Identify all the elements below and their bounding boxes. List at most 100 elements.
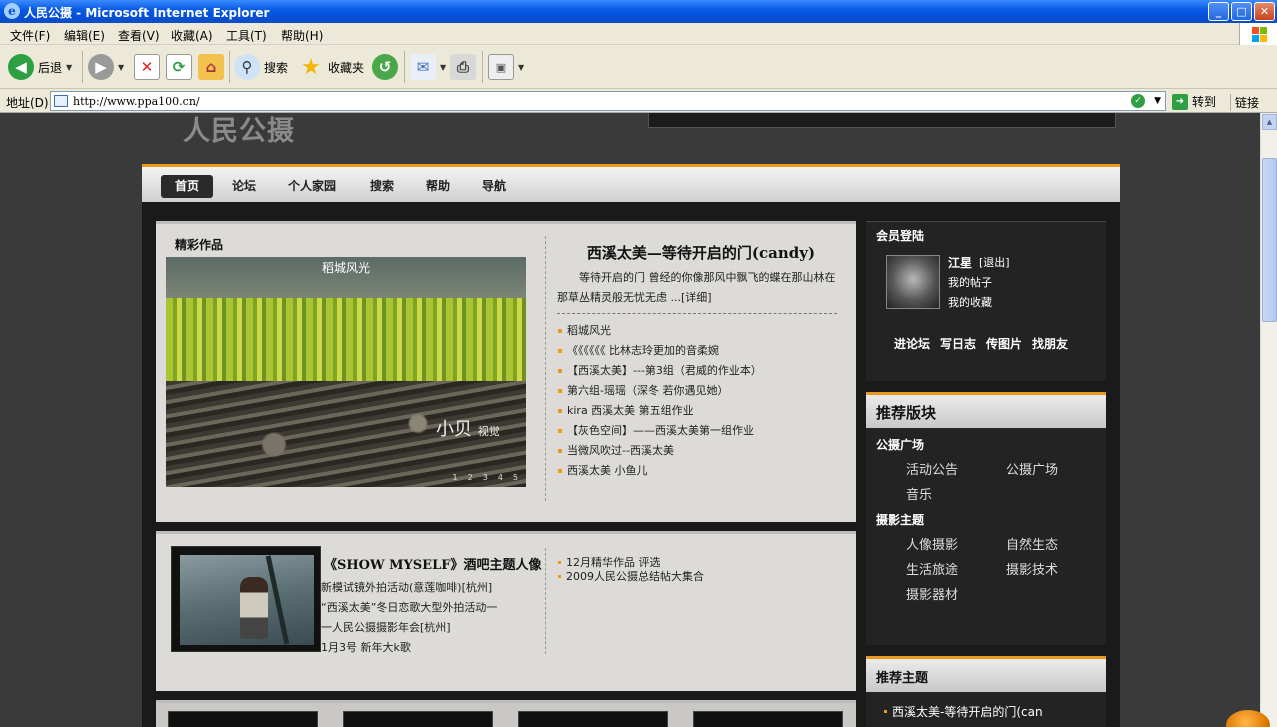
site-logo[interactable]: 人民公摄 <box>183 113 295 148</box>
board-link[interactable]: 活动公告 <box>906 459 958 478</box>
vertical-scrollbar[interactable]: ▲ <box>1260 113 1277 727</box>
go-button[interactable]: ➜ 转到 <box>1172 93 1216 110</box>
scroll-thumb[interactable] <box>1262 158 1277 322</box>
list-item[interactable]: 12月精华作品 评选 <box>558 556 704 570</box>
thumbnail-tile[interactable] <box>693 711 843 727</box>
pager-3[interactable]: 3 <box>483 473 488 482</box>
chevron-down-icon[interactable]: ▼ <box>66 63 72 72</box>
top-banner-box <box>648 113 1116 128</box>
chevron-down-icon[interactable]: ▼ <box>518 63 524 72</box>
avatar[interactable] <box>886 255 940 309</box>
favorites-button[interactable]: ★ 收藏夹 <box>298 50 364 84</box>
logout-link[interactable]: [退出] <box>979 254 1010 270</box>
pager-1[interactable]: 1 <box>453 473 458 482</box>
list-item[interactable]: 西溪太美 小鱼儿 <box>557 461 837 481</box>
list-item[interactable]: 2009人民公摄总结帖大集合 <box>558 570 704 584</box>
list-item[interactable]: 当微风吹过--西溪太美 <box>557 441 837 461</box>
nav-search[interactable]: 搜索 <box>356 175 408 198</box>
ie-logo-icon: e <box>4 3 20 19</box>
history-button[interactable]: ↺ <box>372 50 398 84</box>
shield-icon[interactable]: ✓ <box>1131 94 1145 108</box>
nav-personal-home[interactable]: 个人家园 <box>274 175 350 198</box>
links-button[interactable]: 链接 <box>1230 94 1259 111</box>
event-line[interactable]: “西溪太美”冬日恋歌大型外拍活动一 <box>321 598 531 618</box>
board-link[interactable]: 摄影技术 <box>1006 559 1058 578</box>
topic-link[interactable]: 西溪太美-等待开启的门(can <box>884 704 1084 720</box>
event-line[interactable]: 1月3号 新年大k歌 <box>321 638 531 658</box>
menu-file[interactable]: 文件(F) <box>10 27 50 44</box>
thumbnail-tile[interactable] <box>343 711 493 727</box>
forward-button[interactable]: ▶ ▼ <box>88 50 124 84</box>
minimize-button[interactable]: _ <box>1208 2 1229 21</box>
featured-title[interactable]: 西溪太美—等待开启的门(candy) <box>546 242 856 263</box>
featured-photo[interactable]: 稻城风光 小贝 视觉 1 2 3 4 5 <box>166 257 526 487</box>
menu-edit[interactable]: 编辑(E) <box>64 27 105 44</box>
menu-help[interactable]: 帮助(H) <box>281 27 323 44</box>
scroll-up-icon[interactable]: ▲ <box>1262 114 1277 130</box>
favorites-label: 收藏夹 <box>328 60 365 75</box>
board-link[interactable]: 公摄广场 <box>1006 459 1058 478</box>
list-item[interactable]: 《《《《《《 比林志玲更加的音柔婉 <box>557 341 837 361</box>
nav-navigation[interactable]: 导航 <box>468 175 520 198</box>
event-title[interactable]: 《SHOW MYSELF》酒吧主题人像 <box>324 554 541 573</box>
board-group-title[interactable]: 公摄广场 <box>876 436 924 453</box>
home-icon: ⌂ <box>198 54 224 80</box>
events-panel: 《SHOW MYSELF》酒吧主题人像 新模试镜外拍活动(意莲咖啡)[杭州] “… <box>156 531 856 691</box>
event-line[interactable]: 一人民公摄摄影年会[杭州] <box>321 618 531 638</box>
write-blog-link[interactable]: 写日志 <box>940 335 976 352</box>
maximize-button[interactable]: □ <box>1231 2 1252 21</box>
menu-favorites[interactable]: 收藏(A) <box>171 27 213 44</box>
print-button[interactable]: ⎙ <box>450 50 476 84</box>
stop-button[interactable]: ✕ <box>134 50 160 84</box>
nav-help[interactable]: 帮助 <box>412 175 464 198</box>
board-link[interactable]: 人像摄影 <box>906 534 958 553</box>
close-button[interactable]: ✕ <box>1254 2 1275 21</box>
featured-desc[interactable]: 等待开启的门 曾经的你像那风中飘飞的蝶在那山林在那草丛精灵般无忧无虑 ...[详… <box>557 268 837 308</box>
pager-5[interactable]: 5 <box>513 473 518 482</box>
upload-photo-link[interactable]: 传图片 <box>986 335 1022 352</box>
window-title: 人民公摄 - Microsoft Internet Explorer <box>24 6 270 20</box>
menu-view[interactable]: 查看(V) <box>118 27 160 44</box>
nav-home[interactable]: 首页 <box>161 175 214 198</box>
home-button[interactable]: ⌂ <box>198 50 224 84</box>
list-item[interactable]: 第六组-瑶瑶（深冬 若你遇见她） <box>557 381 837 401</box>
chevron-down-icon[interactable]: ▼ <box>1154 96 1161 106</box>
search-button[interactable]: ⚲ 搜索 <box>234 50 288 84</box>
username[interactable]: 江星 <box>948 254 972 271</box>
board-link[interactable]: 音乐 <box>906 484 932 503</box>
board-link[interactable]: 摄影器材 <box>906 584 958 603</box>
board-link[interactable]: 生活旅途 <box>906 559 958 578</box>
refresh-button[interactable]: ⟳ <box>166 50 192 84</box>
my-posts-link[interactable]: 我的帖子 <box>948 274 992 290</box>
back-button[interactable]: ◀ 后退 ▼ <box>8 50 72 84</box>
chevron-down-icon[interactable]: ▼ <box>118 63 124 72</box>
event-thumbnail[interactable] <box>171 546 321 652</box>
pager-4[interactable]: 4 <box>498 473 503 482</box>
list-item[interactable]: 【西溪太美】---第3组（君威的作业本） <box>557 361 837 381</box>
pager-2[interactable]: 2 <box>468 473 473 482</box>
address-url[interactable]: http://www.ppa100.cn/ <box>73 95 200 108</box>
list-item[interactable]: kira 西溪太美 第五组作业 <box>557 401 837 421</box>
my-favorites-link[interactable]: 我的收藏 <box>948 294 992 310</box>
thumbnail-tile[interactable] <box>518 711 668 727</box>
photo-pager: 1 2 3 4 5 <box>453 473 518 482</box>
tools-extra-button[interactable]: ▣ ▼ <box>488 50 524 84</box>
enter-forum-link[interactable]: 进论坛 <box>894 335 930 352</box>
member-login-panel: 会员登陆 江星 [退出] 我的帖子 我的收藏 进论坛 写日志 传图片 找朋友 <box>866 221 1106 381</box>
chevron-down-icon[interactable]: ▼ <box>440 63 446 72</box>
address-input[interactable]: http://www.ppa100.cn/ ✓ ▼ <box>50 91 1166 111</box>
find-friends-link[interactable]: 找朋友 <box>1032 335 1068 352</box>
event-line[interactable]: 新模试镜外拍活动(意莲咖啡)[杭州] <box>321 578 531 598</box>
thumbnail-tile[interactable] <box>168 711 318 727</box>
list-item[interactable]: 稻城风光 <box>557 321 837 341</box>
nav-forum[interactable]: 论坛 <box>218 175 270 198</box>
board-link[interactable]: 自然生态 <box>1006 534 1058 553</box>
board-group-title[interactable]: 摄影主题 <box>876 511 924 528</box>
mail-button[interactable]: ✉ ▼ <box>410 50 446 84</box>
list-item[interactable]: 【灰色空间】——西溪太美第一组作业 <box>557 421 837 441</box>
page-icon <box>54 95 68 107</box>
event-text: 新模试镜外拍活动(意莲咖啡)[杭州] “西溪太美”冬日恋歌大型外拍活动一 一人民… <box>321 578 531 666</box>
stop-icon: ✕ <box>134 54 160 80</box>
site-nav: 首页 论坛 个人家园 搜索 帮助 导航 <box>142 164 1120 202</box>
menu-tools[interactable]: 工具(T) <box>226 27 267 44</box>
